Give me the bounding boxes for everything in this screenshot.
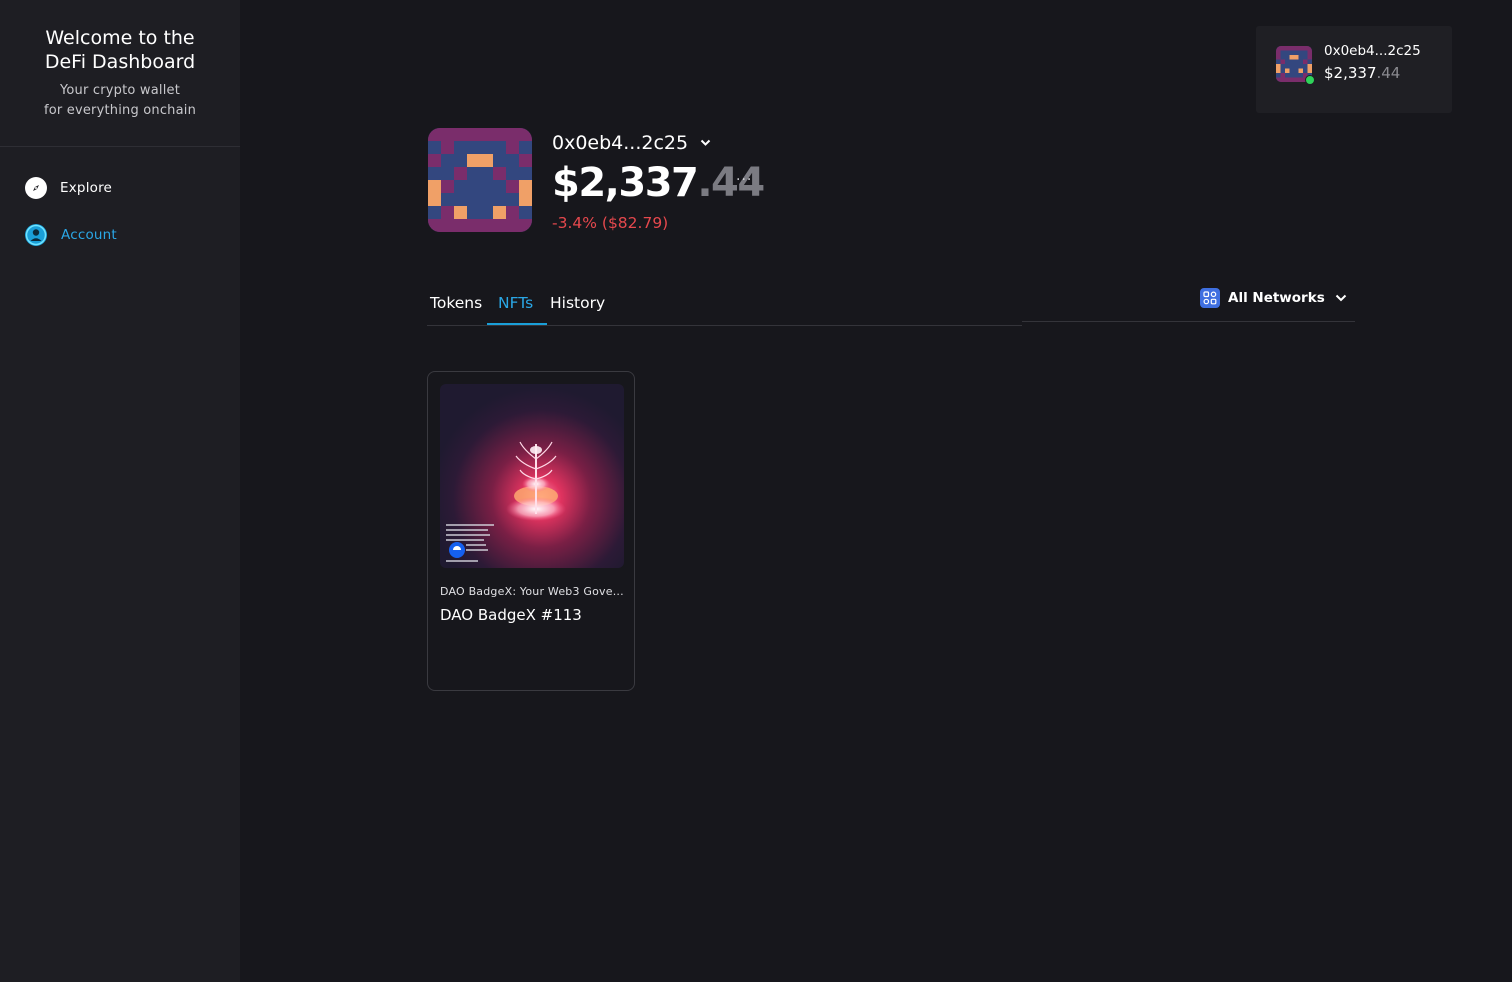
- balance-cents: .44: [697, 160, 765, 206]
- balance-main: $2,337: [552, 160, 699, 206]
- chevron-down-icon: [1335, 294, 1346, 302]
- sidebar-header: Welcome to the DeFi Dashboard Your crypt…: [0, 0, 240, 147]
- sidebar-subtitle-line1: Your crypto wallet: [59, 83, 181, 98]
- nft-collection-name: DAO BadgeX: Your Web3 Gove...: [440, 585, 624, 598]
- active-tab-indicator: [487, 323, 547, 325]
- wallet-balance: $2,337.44: [1324, 64, 1400, 82]
- divider: [1022, 321, 1355, 322]
- sidebar-item-label: Explore: [60, 180, 113, 196]
- tab-nfts[interactable]: NFTs: [498, 294, 533, 312]
- sidebar-subtitle-line2: for everything onchain: [43, 103, 197, 118]
- profile-address: 0x0eb4...2c25: [552, 132, 689, 154]
- sidebar-item-account[interactable]: Account: [25, 224, 117, 246]
- tab-history[interactable]: History: [550, 294, 605, 312]
- network-filter-label: All Networks: [1228, 290, 1325, 306]
- chevron-down-icon: [700, 139, 711, 146]
- more-options-button[interactable]: ···: [736, 172, 752, 188]
- networks-icon: [1200, 288, 1220, 308]
- user-icon: [25, 224, 47, 246]
- nft-image: [440, 384, 624, 568]
- address-dropdown[interactable]: 0x0eb4...2c25: [552, 132, 711, 154]
- balance-main: $2,337: [1324, 64, 1377, 82]
- profile-balance: $2,337.44: [552, 160, 765, 206]
- profile-avatar: [428, 128, 532, 232]
- balance-cents: .44: [1376, 64, 1401, 82]
- sidebar-title: Welcome to the DeFi Dashboard: [44, 27, 196, 73]
- wallet-address: 0x0eb4...2c25: [1324, 43, 1421, 59]
- compass-icon: [25, 177, 47, 199]
- network-filter-dropdown[interactable]: All Networks: [1200, 288, 1347, 308]
- sidebar-subtitle: Your crypto wallet for everything onchai…: [0, 81, 240, 121]
- wallet-chip[interactable]: 0x0eb4...2c25 $2,337.44: [1256, 26, 1452, 113]
- sidebar: Welcome to the DeFi Dashboard Your crypt…: [0, 0, 240, 982]
- sidebar-item-explore[interactable]: Explore: [25, 177, 112, 199]
- nft-name: DAO BadgeX #113: [440, 606, 582, 624]
- online-status-dot: [1305, 75, 1315, 85]
- balance-change: -3.4% ($82.79): [552, 214, 669, 232]
- nft-card[interactable]: DAO BadgeX: Your Web3 Gove... DAO BadgeX…: [427, 371, 635, 691]
- sidebar-item-label: Account: [61, 227, 117, 243]
- tab-tokens[interactable]: Tokens: [430, 294, 482, 312]
- tab-bar: Tokens NFTs History: [427, 290, 1022, 326]
